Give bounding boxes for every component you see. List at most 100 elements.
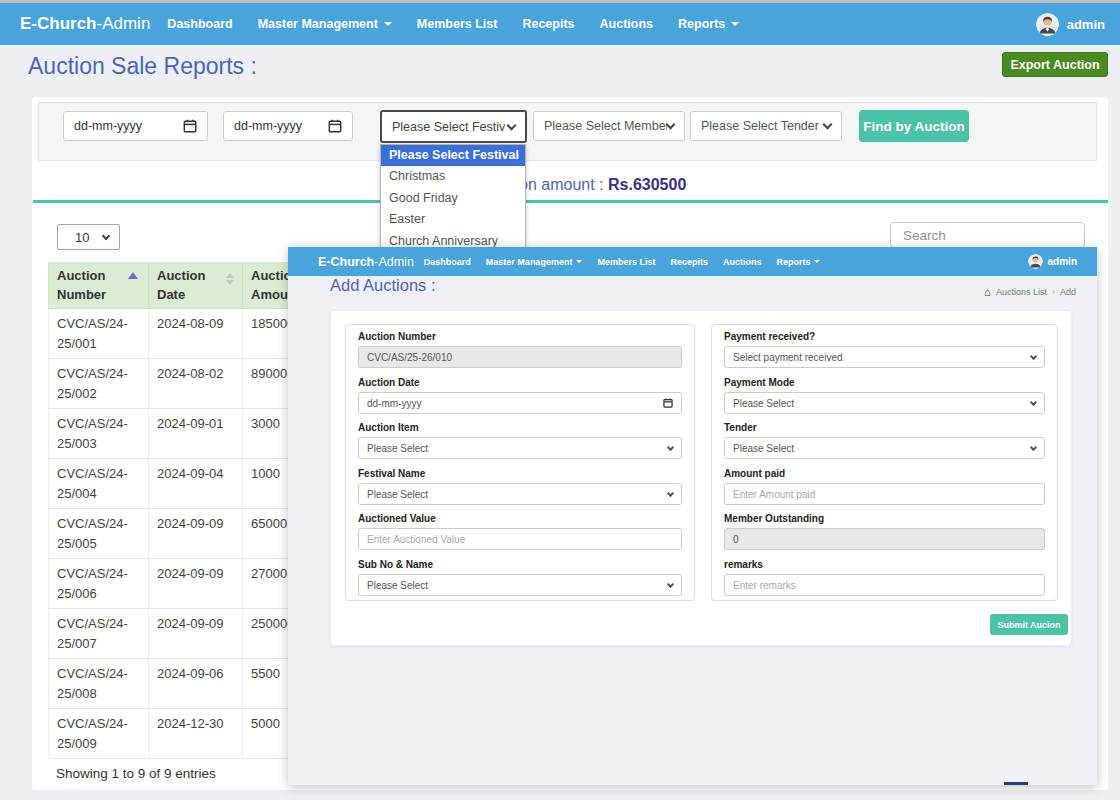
search-input[interactable]: Search (890, 222, 1085, 248)
col-auction-number[interactable]: Auction Number (49, 262, 149, 309)
chevron-down-icon (102, 231, 110, 239)
field-label: Sub No & Name (358, 559, 682, 571)
page-title: Auction Sale Reports : (28, 53, 257, 80)
breadcrumb-current: Add (1060, 287, 1076, 297)
avatar (1028, 254, 1043, 269)
field-label: Auction Item (358, 422, 682, 434)
date-from-value: dd-mm-yyyy (74, 119, 142, 133)
tender-select-value: Please Select Tender (701, 119, 819, 133)
brand-bold: E-Church (20, 14, 97, 33)
field-label: Payment received? (724, 331, 1045, 343)
chevron-down-icon (1030, 398, 1037, 405)
festival-select[interactable]: Please Select Festiv (380, 110, 527, 143)
page-length-select[interactable]: 10 (57, 224, 120, 250)
payment-mode-select[interactable]: Please Select (724, 392, 1045, 414)
col-auction-date[interactable]: Auction Date (149, 262, 243, 309)
dropdown-option-selected[interactable]: Please Select Festival (381, 145, 525, 166)
nav-dashboard[interactable]: Dashboard (424, 257, 471, 267)
nav-members-list[interactable]: Members List (597, 257, 655, 267)
field-label: Auction Number (358, 331, 682, 343)
date-to-input[interactable]: dd-mm-yyyy (223, 111, 353, 141)
chevron-down-icon (667, 580, 674, 587)
date-from-input[interactable]: dd-mm-yyyy (63, 111, 208, 141)
page-length-value: 10 (75, 230, 89, 245)
payment-received-select[interactable]: Select payment received (724, 346, 1045, 368)
calendar-icon[interactable] (183, 119, 197, 133)
table-info: Showing 1 to 9 of 9 entries (56, 766, 216, 781)
add-auction-window: E-Church-Admin Dashboard Master Manageme… (288, 247, 1097, 785)
nav-auctions[interactable]: Auctions (723, 257, 762, 267)
festival-select-value: Please Select Festiv (392, 120, 505, 134)
auction-item-select[interactable]: Please Select (358, 437, 682, 459)
col-auction-date-label: Auction Date (157, 268, 205, 302)
avatar (1036, 13, 1059, 36)
sub-no-name-select[interactable]: Please Select (358, 574, 682, 596)
auctioned-value-input[interactable]: Enter Auctioned Value (358, 528, 682, 550)
festival-name-select[interactable]: Please Select (358, 483, 682, 505)
dropdown-option[interactable]: Easter (381, 209, 525, 230)
chevron-down-icon (1030, 443, 1037, 450)
nav-reports-label: Reports (776, 257, 810, 267)
nav-members-list[interactable]: Members List (417, 17, 498, 31)
nav-recepits[interactable]: Recepits (670, 257, 708, 267)
amount-paid-input[interactable]: Enter Amount paid (724, 483, 1045, 505)
nav-master-management-label: Master Management (486, 257, 573, 267)
col-auction-number-label: Auction Number (57, 268, 106, 302)
calendar-icon[interactable] (328, 119, 342, 133)
overlay-nav: Dashboard Master Management Members List… (424, 257, 821, 267)
pagination-sliver (1004, 782, 1028, 785)
search-placeholder: Search (903, 228, 946, 243)
breadcrumb: ⌂ Auctions List › Add (984, 287, 1076, 297)
chevron-down-icon (507, 120, 517, 130)
member-select-value: Please Select Member (544, 119, 667, 133)
dropdown-option[interactable]: Good Friday (381, 188, 525, 209)
username: admin (1048, 256, 1077, 267)
nav-master-management[interactable]: Master Management (258, 17, 392, 31)
brand[interactable]: E-Church-Admin (20, 14, 150, 34)
main-nav: Dashboard Master Management Members List… (167, 17, 739, 31)
submit-auction-button[interactable]: Submit Aucion (990, 614, 1068, 635)
overlay-user-menu[interactable]: admin (1028, 254, 1077, 269)
dropdown-option[interactable]: Christmas (381, 166, 525, 187)
field-label: Tender (724, 422, 1045, 434)
sort-asc-icon (128, 272, 138, 279)
username: admin (1067, 17, 1105, 32)
field-label: Amount paid (724, 468, 1045, 480)
find-by-auction-button[interactable]: Find by Auction (859, 110, 969, 142)
chevron-down-icon (666, 120, 676, 130)
chevron-down-icon (667, 443, 674, 450)
nav-master-management[interactable]: Master Management (486, 257, 583, 267)
breadcrumb-section[interactable]: Auctions List (996, 287, 1047, 297)
nav-recepits[interactable]: Recepits (522, 17, 574, 31)
overlay-page-title: Add Auctions : (330, 276, 436, 295)
brand-rest: -Admin (374, 255, 414, 269)
nav-reports-label: Reports (678, 17, 725, 31)
field-label: Auctioned Value (358, 513, 682, 525)
caret-down-icon (384, 22, 392, 26)
brand-bold: E-Church (318, 255, 374, 269)
total-amount-value: Rs.630500 (608, 176, 686, 193)
nav-master-management-label: Master Management (258, 17, 378, 31)
export-auction-button[interactable]: Export Auction (1002, 52, 1108, 77)
nav-reports[interactable]: Reports (776, 257, 820, 267)
field-label: Auction Date (358, 377, 682, 389)
remarks-input[interactable]: Enter remarks (724, 574, 1045, 596)
caret-down-icon (814, 260, 820, 263)
nav-dashboard[interactable]: Dashboard (167, 17, 232, 31)
form-right-column: Payment received? Select payment receive… (711, 324, 1058, 601)
overlay-brand[interactable]: E-Church-Admin (318, 255, 414, 269)
member-select[interactable]: Please Select Member (533, 111, 685, 141)
main-navbar: E-Church-Admin Dashboard Master Manageme… (0, 3, 1120, 45)
nav-reports[interactable]: Reports (678, 17, 739, 31)
user-menu[interactable]: admin (1036, 13, 1105, 36)
calendar-icon[interactable] (663, 398, 673, 408)
auction-date-field[interactable]: dd-mm-yyyy (358, 392, 682, 414)
chevron-down-icon (1030, 352, 1037, 359)
nav-auctions[interactable]: Auctions (600, 17, 653, 31)
field-label: Payment Mode (724, 377, 1045, 389)
field-label: Festival Name (358, 468, 682, 480)
festival-dropdown: Please Select Festival Christmas Good Fr… (380, 144, 526, 253)
tender-select-overlay[interactable]: Please Select (724, 437, 1045, 459)
tender-select[interactable]: Please Select Tender (690, 111, 842, 141)
brand-rest: -Admin (97, 14, 151, 33)
